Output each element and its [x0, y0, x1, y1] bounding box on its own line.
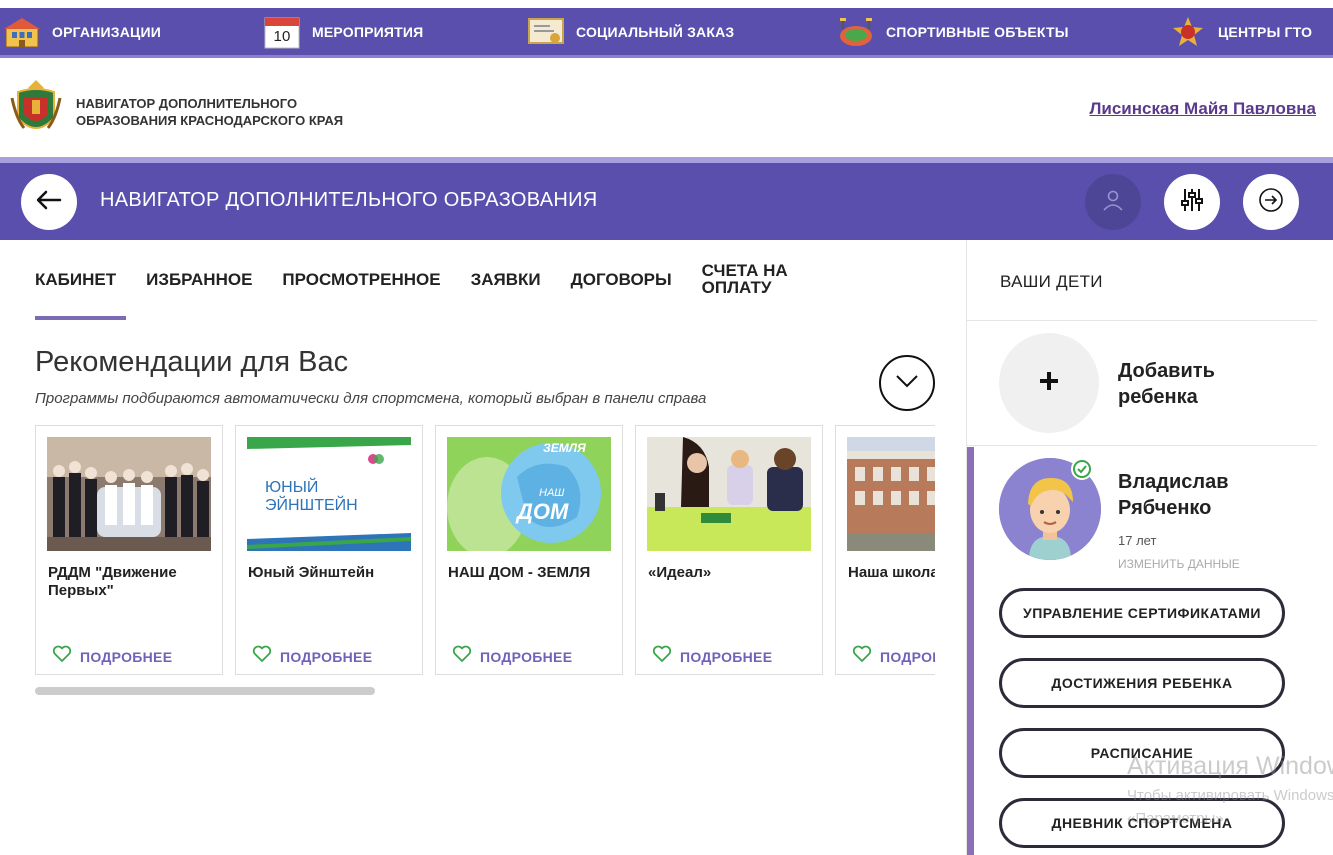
calendar-day: 10: [273, 27, 291, 45]
our-word: НАШ: [539, 487, 565, 499]
tab-invoices[interactable]: СЧЕТА НА ОПЛАТУ: [702, 262, 802, 296]
favorite-and-more[interactable]: ПОДРОБНЕЕ: [252, 645, 372, 668]
nav-sport-objects[interactable]: СПОРТИВНЫЕ ОБЪЕКТЫ: [838, 8, 1069, 55]
calendar-icon: 10: [264, 15, 300, 49]
recommendations-subtitle: Программы подбираются автоматически для …: [35, 390, 707, 407]
top-navigation: ОРГАНИЗАЦИИ 10 МЕРОПРИЯТИЯ СОЦИАЛЬНЫЙ ЗА…: [0, 8, 1333, 58]
nav-social-order[interactable]: СОЦИАЛЬНЫЙ ЗАКАЗ: [528, 8, 734, 55]
certificate-icon: [528, 15, 564, 49]
add-child-button[interactable]: [999, 333, 1099, 433]
favorite-and-more[interactable]: ПОДРОБНЕЕ: [52, 645, 172, 668]
heart-icon[interactable]: [452, 645, 472, 668]
brand[interactable]: НАВИГАТОР ДОПОЛНИТЕЛЬНОГО ОБРАЗОВАНИЯ КР…: [10, 78, 356, 145]
brand-text: НАВИГАТОР ДОПОЛНИТЕЛЬНОГО ОБРАЗОВАНИЯ КР…: [76, 95, 344, 128]
home-word: ДОМ: [517, 499, 569, 524]
tab-applications[interactable]: ЗАЯВКИ: [471, 271, 541, 288]
arrow-left-icon: [36, 190, 62, 215]
windows-activation-watermark-text: Чтобы активировать Windows,: [1127, 787, 1333, 804]
favorite-and-more[interactable]: ПОДРОБНЕЕ: [452, 645, 572, 668]
selected-child-indicator: [967, 447, 974, 855]
windows-activation-watermark-title: Активация Windows: [1127, 752, 1333, 780]
selected-check-icon: [1071, 458, 1093, 480]
more-link[interactable]: ПОДРОБНЕЕ: [480, 649, 572, 665]
nav-events-label: МЕРОПРИЯТИЯ: [312, 23, 424, 40]
page-title: НАВИГАТОР ДОПОЛНИТЕЛЬНОГО ОБРАЗОВАНИЯ: [100, 189, 598, 211]
tab-contracts[interactable]: ДОГОВОРЫ: [571, 271, 672, 288]
more-link[interactable]: ПОДРОБНЕЕ: [80, 649, 172, 665]
manage-certificates-button[interactable]: УПРАВЛЕНИЕ СЕРТИФИКАТАМИ: [999, 588, 1285, 638]
filters-button[interactable]: [1164, 174, 1220, 230]
collapse-button[interactable]: [879, 355, 935, 411]
back-button[interactable]: [21, 174, 77, 230]
heart-icon[interactable]: [652, 645, 672, 668]
program-image-banner: ЮНЫЙ ЭЙНШТЕЙН: [247, 437, 411, 551]
nav-social-order-label: СОЦИАЛЬНЫЙ ЗАКАЗ: [576, 23, 735, 40]
gto-badge-icon: [1170, 15, 1206, 49]
krasnodar-coat-of-arms-icon: [10, 78, 62, 145]
user-icon: [1101, 188, 1125, 217]
logout-button[interactable]: [1243, 174, 1299, 230]
program-image-group-photo: [47, 437, 211, 551]
program-card[interactable]: РДДМ "Движение Первых" ПОДРОБНЕЕ: [35, 425, 223, 675]
banner-text: ЮНЫЙ ЭЙНШТЕЙН: [265, 479, 358, 514]
edit-child-link[interactable]: ИЗМЕНИТЬ ДАННЫЕ: [1118, 557, 1240, 571]
child-achievements-button[interactable]: ДОСТИЖЕНИЯ РЕБЕНКА: [999, 658, 1285, 708]
program-title: РДДМ "Движение Первых": [48, 564, 177, 599]
program-title: «Идеал»: [648, 564, 712, 581]
heart-icon[interactable]: [52, 645, 72, 668]
favorite-and-more[interactable]: ПОДРОБНЕЕ: [652, 645, 772, 668]
children-panel-title: ВАШИ ДЕТИ: [1000, 272, 1103, 291]
nav-organizations[interactable]: ОРГАНИЗАЦИИ: [4, 8, 161, 55]
program-title: Наша школа: [848, 564, 935, 581]
building-icon: [4, 15, 40, 49]
program-card[interactable]: ЮНЫЙ ЭЙНШТЕЙН Юный Эйнштейн ПОДРОБНЕЕ: [235, 425, 423, 675]
program-card[interactable]: Наша школа ПОДРОБНЕЕ: [835, 425, 935, 675]
stadium-icon: [838, 15, 874, 49]
heart-icon[interactable]: [852, 645, 872, 668]
program-card[interactable]: ЗЕМЛЯ НАШ ДОМ НАШ ДОМ - ЗЕМЛЯ ПОДРОБНЕЕ: [435, 425, 623, 675]
nav-organizations-label: ОРГАНИЗАЦИИ: [52, 23, 161, 40]
arrow-right-circle-icon: [1258, 187, 1284, 218]
program-image-classroom: [647, 437, 811, 551]
heart-icon[interactable]: [252, 645, 272, 668]
title-bar: НАВИГАТОР ДОПОЛНИТЕЛЬНОГО ОБРАЗОВАНИЯ: [0, 163, 1333, 240]
plus-icon: [1038, 370, 1060, 397]
program-card[interactable]: «Идеал» ПОДРОБНЕЕ: [635, 425, 823, 675]
nav-sport-objects-label: СПОРТИВНЫЕ ОБЪЕКТЫ: [886, 23, 1069, 40]
favorite-and-more[interactable]: ПОДРОБНЕЕ: [852, 645, 935, 668]
profile-button[interactable]: [1085, 174, 1141, 230]
child-name[interactable]: Владислав Рябченко: [1118, 469, 1278, 521]
active-tab-indicator: [35, 316, 126, 320]
program-image-earth: ЗЕМЛЯ НАШ ДОМ: [447, 437, 611, 551]
child-age: 17 лет: [1118, 533, 1157, 548]
tab-cabinet[interactable]: КАБИНЕТ: [35, 271, 116, 288]
sliders-icon: [1179, 187, 1205, 218]
recommendations-title: Рекомендации для Вас: [35, 346, 349, 378]
nav-gto-centers-label: ЦЕНТРЫ ГТО: [1218, 23, 1313, 40]
user-profile-link[interactable]: Лисинская Майя Павловна: [1089, 99, 1316, 119]
program-image-school-building: [847, 437, 935, 551]
earth-word: ЗЕМЛЯ: [543, 441, 586, 455]
nav-gto-centers[interactable]: ЦЕНТРЫ ГТО: [1170, 8, 1312, 55]
chevron-down-icon: [895, 374, 919, 393]
tab-favorites[interactable]: ИЗБРАННОЕ: [146, 271, 252, 288]
carousel-scrollbar[interactable]: [35, 687, 375, 695]
more-link[interactable]: ПОДРОБНЕЕ: [280, 649, 372, 665]
nav-events[interactable]: 10 МЕРОПРИЯТИЯ: [264, 8, 423, 55]
windows-activation-watermark-text2: «Параметры».: [1127, 810, 1228, 827]
recommendations-carousel: РДДМ "Движение Первых" ПОДРОБНЕЕ ЮНЫЙ ЭЙ…: [35, 425, 935, 677]
cabinet-tabs: КАБИНЕТ ИЗБРАННОЕ ПРОСМОТРЕННОЕ ЗАЯВКИ Д…: [35, 262, 802, 296]
program-title: Юный Эйнштейн: [248, 564, 375, 581]
add-child-label[interactable]: Добавить ребенка: [1118, 358, 1268, 410]
program-title: НАШ ДОМ - ЗЕМЛЯ: [448, 564, 591, 581]
more-link[interactable]: ПОДРОБНЕЕ: [880, 649, 935, 665]
divider: [967, 320, 1317, 321]
more-link[interactable]: ПОДРОБНЕЕ: [680, 649, 772, 665]
tab-viewed[interactable]: ПРОСМОТРЕННОЕ: [282, 271, 440, 288]
divider: [967, 445, 1317, 446]
